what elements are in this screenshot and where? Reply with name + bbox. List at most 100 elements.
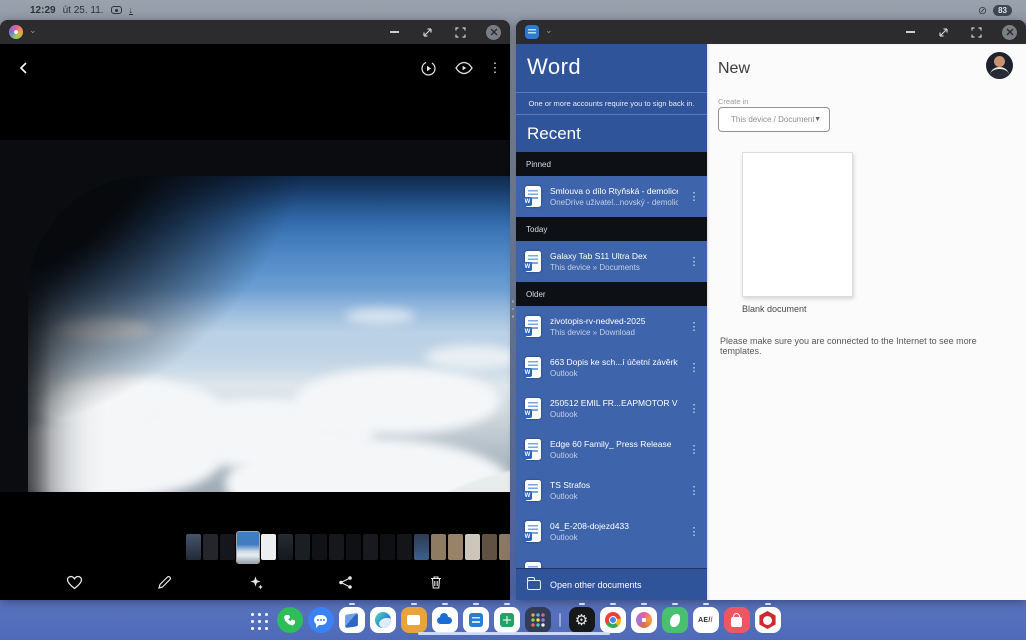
chevron-down-icon[interactable]: ⌄ bbox=[545, 25, 553, 36]
recent-document-item[interactable]: W zivotopis-rv-nedved-2025This device » … bbox=[516, 306, 707, 347]
filmstrip-thumbnail[interactable] bbox=[295, 534, 310, 560]
item-menu-button[interactable]: ⋮ bbox=[687, 443, 701, 456]
item-menu-button[interactable]: ⋮ bbox=[687, 402, 701, 415]
item-menu-button[interactable]: ⋮ bbox=[687, 320, 701, 333]
chrome-app-icon[interactable] bbox=[600, 607, 626, 633]
settings-app-icon[interactable]: ⚙ bbox=[569, 607, 595, 633]
filmstrip-thumbnail[interactable] bbox=[448, 534, 463, 560]
filmstrip-thumbnail[interactable] bbox=[482, 534, 497, 560]
all-apps-button[interactable] bbox=[246, 607, 272, 633]
edit-button[interactable] bbox=[153, 570, 177, 594]
download-icon: ↓ bbox=[129, 6, 134, 15]
item-menu-button[interactable]: ⋮ bbox=[687, 525, 701, 538]
favorite-button[interactable] bbox=[62, 570, 86, 594]
word-doc-icon: W bbox=[525, 521, 541, 542]
filmstrip[interactable] bbox=[186, 530, 510, 564]
filmstrip-thumbnail[interactable] bbox=[346, 534, 361, 560]
aev-app-icon[interactable]: AE// bbox=[693, 607, 719, 633]
recent-section-header: Pinned bbox=[516, 152, 707, 176]
recent-document-item[interactable]: W TS StrafosOutlook ⋮ bbox=[516, 470, 707, 511]
gallery-action-bar bbox=[0, 568, 510, 596]
blank-document-template[interactable] bbox=[742, 152, 853, 297]
word-app-icon[interactable] bbox=[525, 25, 539, 39]
item-menu-button[interactable]: ⋮ bbox=[687, 190, 701, 203]
filmstrip-thumbnail-selected[interactable] bbox=[237, 532, 259, 563]
filmstrip-thumbnail[interactable] bbox=[414, 534, 429, 560]
details-eye-icon[interactable] bbox=[452, 56, 476, 80]
gallery-window: ⌄ ⋮ bbox=[0, 20, 510, 600]
gallery-app-icon[interactable] bbox=[631, 607, 657, 633]
word-title-bar[interactable]: ⌄ bbox=[516, 20, 1026, 44]
window-divider-handle[interactable] bbox=[508, 300, 518, 318]
item-menu-button[interactable]: ⋮ bbox=[687, 484, 701, 497]
green-app-icon[interactable] bbox=[662, 607, 688, 633]
fullscreen-button[interactable] bbox=[969, 25, 983, 39]
fullscreen-button[interactable] bbox=[453, 25, 467, 39]
word-recent-pane: Word One or more accounts require you to… bbox=[516, 44, 707, 600]
recent-list: Pinned W Smlouva o dílo Rtyňská - demoli… bbox=[516, 152, 707, 568]
item-menu-button[interactable]: ⋮ bbox=[687, 361, 701, 374]
templates-notice: Please make sure you are connected to th… bbox=[720, 336, 1016, 356]
video-app-icon[interactable] bbox=[755, 607, 781, 633]
filmstrip-thumbnail[interactable] bbox=[261, 534, 276, 560]
close-button[interactable] bbox=[1002, 25, 1017, 40]
open-other-documents-button[interactable]: Open other documents bbox=[516, 568, 707, 600]
phone-app-icon[interactable] bbox=[277, 607, 303, 633]
minimize-button[interactable] bbox=[387, 25, 401, 39]
app-folder-icon[interactable] bbox=[525, 607, 551, 633]
filmstrip-thumbnail[interactable] bbox=[363, 534, 378, 560]
delete-button[interactable] bbox=[424, 570, 448, 594]
recent-document-item[interactable]: W 250512 EMIL FR...EAPMOTOR V CROutlook … bbox=[516, 388, 707, 429]
back-button[interactable] bbox=[12, 56, 36, 80]
ai-edit-button[interactable] bbox=[243, 570, 267, 594]
close-button[interactable] bbox=[486, 25, 501, 40]
signin-notice[interactable]: One or more accounts require you to sign… bbox=[516, 92, 707, 115]
recent-document-item[interactable]: W Zápis z rodičovské sch. 25. 2. 2025 ⋮ bbox=[516, 552, 707, 568]
onedrive-app-icon[interactable] bbox=[432, 607, 458, 633]
word-doc-icon: W bbox=[525, 357, 541, 378]
notes-app-icon[interactable] bbox=[339, 607, 365, 633]
gallery-title-bar[interactable]: ⌄ bbox=[0, 20, 510, 44]
recent-heading: Recent bbox=[516, 115, 707, 150]
resize-button[interactable] bbox=[936, 25, 950, 39]
email-app-icon[interactable] bbox=[401, 607, 427, 633]
galaxy-store-icon[interactable] bbox=[724, 607, 750, 633]
filmstrip-thumbnail[interactable] bbox=[312, 534, 327, 560]
word-app-icon[interactable] bbox=[463, 607, 489, 633]
filmstrip-thumbnail[interactable] bbox=[397, 534, 412, 560]
share-button[interactable] bbox=[334, 570, 358, 594]
recent-document-item[interactable]: W Edge 60 Family_ Press ReleaseOutlook ⋮ bbox=[516, 429, 707, 470]
home-gesture-bar[interactable] bbox=[418, 632, 610, 635]
recent-document-item[interactable]: W 663 Dopis ke sch...í účetní závěrkyOut… bbox=[516, 347, 707, 388]
word-doc-icon: W bbox=[525, 439, 541, 460]
motion-photo-icon[interactable] bbox=[416, 56, 440, 80]
word-doc-icon: W bbox=[525, 316, 541, 337]
new-heading: New bbox=[718, 60, 750, 78]
filmstrip-thumbnail[interactable] bbox=[431, 534, 446, 560]
photo-airplane-window[interactable] bbox=[0, 140, 510, 492]
filmstrip-thumbnail[interactable] bbox=[278, 534, 293, 560]
minimize-button[interactable] bbox=[903, 25, 917, 39]
chevron-down-icon[interactable]: ⌄ bbox=[29, 25, 37, 36]
gallery-menu-button[interactable]: ⋮ bbox=[488, 56, 502, 80]
account-avatar[interactable] bbox=[986, 52, 1013, 79]
item-menu-button[interactable]: ⋮ bbox=[687, 255, 701, 268]
filmstrip-thumbnail[interactable] bbox=[499, 534, 510, 560]
recent-document-item[interactable]: W Smlouva o dílo Rtyňská - demoliceOneDr… bbox=[516, 176, 707, 217]
recent-document-item[interactable]: W 04_E-208-dojezd433Outlook ⋮ bbox=[516, 511, 707, 552]
messages-app-icon[interactable] bbox=[308, 607, 334, 633]
resize-button[interactable] bbox=[420, 25, 434, 39]
excel-app-icon[interactable] bbox=[494, 607, 520, 633]
edge-browser-icon[interactable] bbox=[370, 607, 396, 633]
filmstrip-thumbnail[interactable] bbox=[465, 534, 480, 560]
gallery-content: ⋮ bbox=[0, 44, 510, 600]
filmstrip-thumbnail[interactable] bbox=[380, 534, 395, 560]
filmstrip-thumbnail[interactable] bbox=[203, 534, 218, 560]
recent-document-item[interactable]: W Galaxy Tab S11 Ultra DexThis device » … bbox=[516, 241, 707, 282]
create-in-dropdown[interactable]: This device / Documents ▼ bbox=[718, 107, 830, 132]
filmstrip-thumbnail[interactable] bbox=[329, 534, 344, 560]
recent-section-header: Older bbox=[516, 282, 707, 306]
filmstrip-thumbnail[interactable] bbox=[220, 534, 235, 560]
filmstrip-thumbnail[interactable] bbox=[186, 534, 201, 560]
gallery-app-icon[interactable] bbox=[9, 25, 23, 39]
